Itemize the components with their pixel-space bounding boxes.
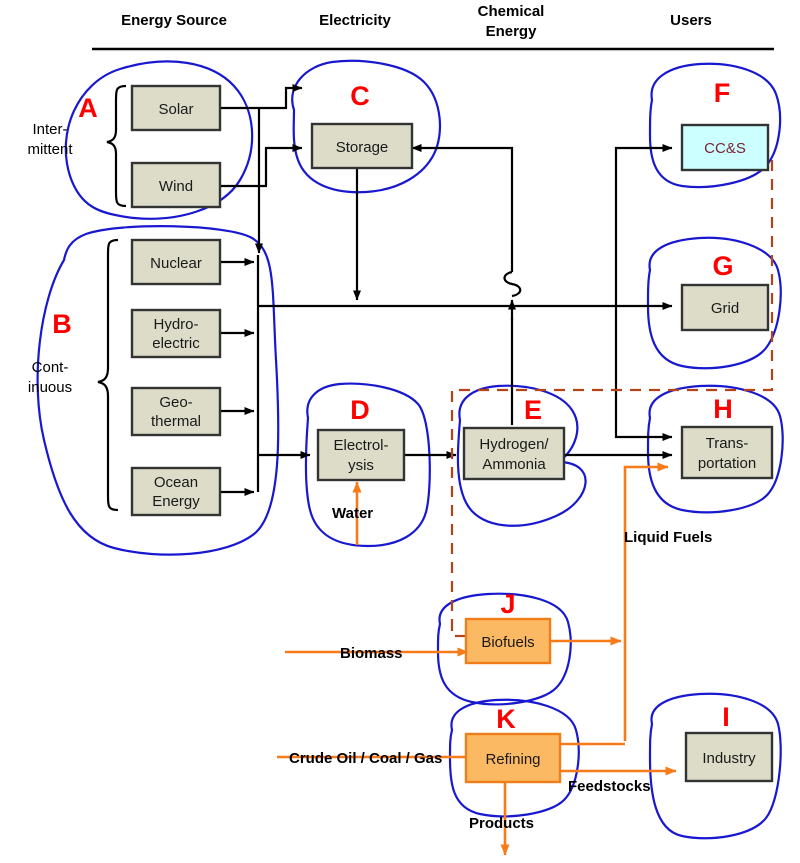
- flow-label-products: Products: [469, 815, 534, 832]
- group-letter-J: J: [500, 589, 515, 619]
- node-nuclear[interactable]: Nuclear: [130, 238, 222, 286]
- node-wind[interactable]: Wind: [130, 161, 222, 209]
- diagram-canvas: Energy Source Electricity Chemical Energ…: [0, 0, 800, 863]
- node-storage-label: Storage: [336, 139, 389, 156]
- column-header-users: Users: [670, 12, 712, 29]
- node-storage[interactable]: Storage: [310, 122, 414, 170]
- node-hydrogen-ammonia-label-line2: Ammonia: [482, 456, 546, 473]
- flow-label-biomass: Biomass: [340, 645, 403, 662]
- column-header-chemical-energy-line2: Energy: [486, 23, 538, 40]
- group-letter-H: H: [713, 394, 733, 424]
- node-ccs[interactable]: CC&S: [680, 123, 770, 172]
- wire-hop-over-grid-line: [503, 270, 522, 298]
- node-electrolysis[interactable]: Electrol- ysis: [316, 428, 406, 482]
- bracket-label-continuous-line1: Cont-: [32, 359, 69, 376]
- node-ocean-energy-label-line1: Ocean: [154, 474, 198, 491]
- node-grid-label: Grid: [711, 300, 739, 317]
- wire-to-transportation-electric: [614, 306, 673, 441]
- node-geothermal-label-line2: thermal: [151, 413, 201, 430]
- flow-label-water: Water: [332, 505, 373, 522]
- node-hydrogen-ammonia[interactable]: Hydrogen/ Ammonia: [462, 426, 566, 481]
- wire-hop-up-to-storage: [411, 144, 514, 272]
- bracket-label-continuous-line2: inuous: [28, 379, 72, 396]
- bracket-intermittent: [106, 84, 127, 208]
- group-letter-E: E: [524, 395, 542, 425]
- flow-label-crude-oil-coal-gas: Crude Oil / Coal / Gas: [289, 750, 442, 767]
- group-letter-B: B: [52, 309, 72, 339]
- bracket-label-intermittent-line1: Inter-: [32, 121, 67, 138]
- wire-wind-out: [220, 144, 303, 188]
- node-wind-label: Wind: [159, 178, 193, 195]
- node-ocean-energy[interactable]: Ocean Energy: [130, 466, 222, 517]
- flow-label-liquid-fuels: Liquid Fuels: [624, 529, 712, 546]
- node-geothermal-label-line1: Geo-: [159, 394, 192, 411]
- node-electrolysis-label-line1: Electrol-: [333, 437, 388, 454]
- node-transportation-label-line1: Trans-: [706, 435, 749, 452]
- node-solar[interactable]: Solar: [130, 84, 222, 132]
- node-biofuels-label: Biofuels: [481, 634, 534, 651]
- group-letter-K: K: [496, 704, 516, 734]
- black-flow-wires: [220, 84, 673, 496]
- group-letter-C: C: [350, 81, 370, 111]
- wire-dashed-ccs-loop: [450, 160, 774, 620]
- node-electrolysis-label-line2: ysis: [348, 457, 374, 474]
- node-refining[interactable]: Refining: [464, 732, 562, 784]
- group-letter-G: G: [712, 251, 733, 281]
- node-hydroelectric-label-line2: electric: [152, 335, 200, 352]
- node-geothermal[interactable]: Geo- thermal: [130, 386, 222, 437]
- node-hydroelectric-label-line1: Hydro-: [153, 316, 198, 333]
- node-biofuels[interactable]: Biofuels: [464, 617, 552, 665]
- node-transportation[interactable]: Trans- portation: [680, 425, 774, 480]
- brackets: [97, 84, 127, 512]
- column-header-electricity: Electricity: [319, 12, 391, 29]
- node-hydroelectric[interactable]: Hydro- electric: [130, 308, 222, 359]
- column-headers: Energy Source Electricity Chemical Energ…: [92, 3, 774, 51]
- node-industry-label: Industry: [702, 750, 756, 767]
- node-industry[interactable]: Industry: [684, 731, 774, 783]
- group-letter-A: A: [78, 93, 98, 123]
- node-hydrogen-ammonia-label-line1: Hydrogen/: [479, 436, 549, 453]
- node-solar-label: Solar: [158, 101, 193, 118]
- node-ocean-energy-label-line2: Energy: [152, 493, 200, 510]
- group-letter-F: F: [714, 78, 731, 108]
- group-letter-D: D: [350, 395, 370, 425]
- wire-solar-out: [220, 84, 303, 110]
- group-letter-I: I: [722, 702, 730, 732]
- bracket-label-intermittent-line2: mittent: [27, 141, 73, 158]
- flow-label-feedstocks: Feedstocks: [568, 778, 651, 795]
- column-header-energy-source: Energy Source: [121, 12, 227, 29]
- column-header-chemical-energy-line1: Chemical: [478, 3, 545, 20]
- node-nuclear-label: Nuclear: [150, 255, 202, 272]
- wire-to-ccs: [614, 144, 673, 306]
- node-ccs-label: CC&S: [704, 140, 746, 157]
- node-transportation-label-line2: portation: [698, 455, 756, 472]
- bracket-continuous: [97, 238, 119, 512]
- node-refining-label: Refining: [485, 751, 540, 768]
- node-grid[interactable]: Grid: [680, 283, 770, 332]
- wire-liquid-fuels-riser: [623, 462, 669, 741]
